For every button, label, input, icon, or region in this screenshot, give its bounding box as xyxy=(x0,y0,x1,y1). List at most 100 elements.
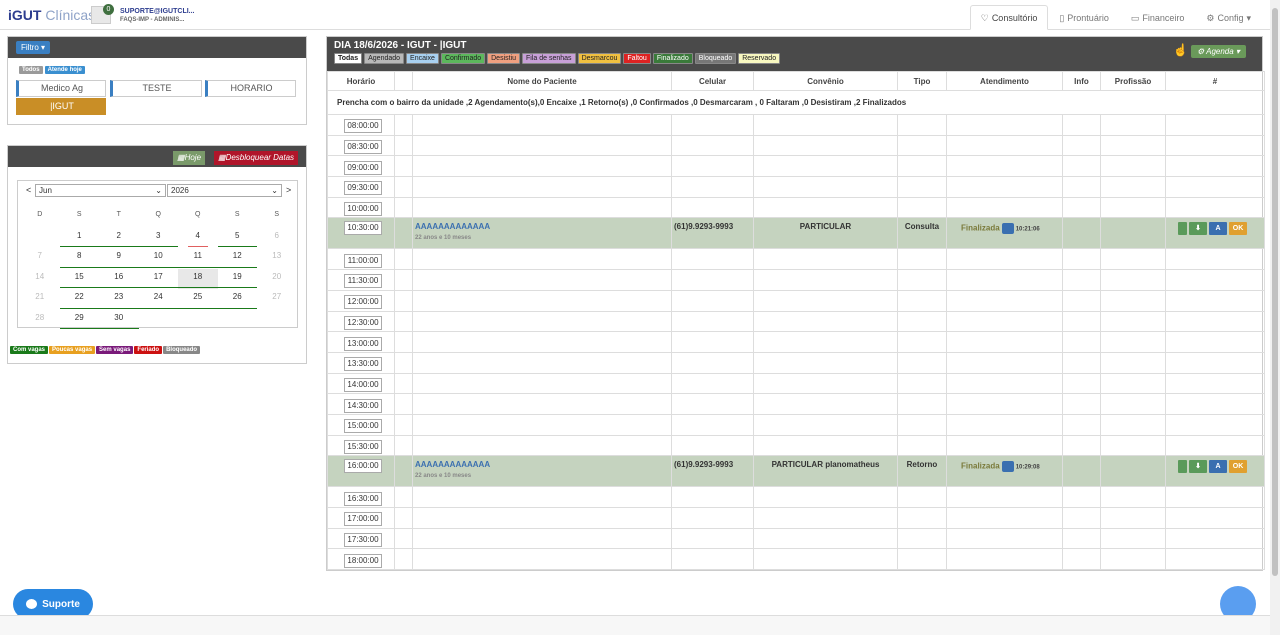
calendar-day[interactable]: 20 xyxy=(257,269,297,290)
calendar-day-selected[interactable]: 18 xyxy=(178,268,218,289)
time-slot-row[interactable]: 14:30:00 xyxy=(327,393,1265,415)
status-agendado[interactable]: Agendado xyxy=(364,53,405,64)
year-select[interactable]: 2026 ⌄ xyxy=(167,184,282,197)
time-slot-row[interactable]: 11:00:00 xyxy=(327,248,1265,271)
calendar-day[interactable]: 16 xyxy=(99,269,139,290)
hoje-button[interactable]: ▦Hoje xyxy=(173,151,206,165)
calendar-day[interactable]: 13 xyxy=(257,248,297,269)
status-todas[interactable]: Todas xyxy=(334,53,363,64)
document-icon[interactable] xyxy=(1001,461,1014,473)
calendar-day[interactable]: 30 xyxy=(99,310,139,331)
calendar-day[interactable]: 8 xyxy=(59,248,100,269)
time-slot-button[interactable]: 13:30:00 xyxy=(344,357,382,372)
filter-atende-hoje[interactable]: Atende hoje xyxy=(44,66,85,74)
scrollbar-thumb[interactable] xyxy=(1272,8,1278,576)
document-icon[interactable] xyxy=(1001,223,1014,235)
status-bloqueado[interactable]: Bloqueado xyxy=(694,53,737,64)
calendar-day[interactable]: 4 xyxy=(178,228,218,249)
calendar-day[interactable]: 22 xyxy=(59,289,100,310)
time-slot-button[interactable]: 15:30:00 xyxy=(344,439,382,454)
notification-badge[interactable]: 0 xyxy=(103,4,114,15)
calendar-day[interactable]: 2 xyxy=(99,228,139,249)
calendar-day[interactable]: 10 xyxy=(138,248,179,269)
time-slot-row[interactable]: 09:00:00 xyxy=(327,155,1265,178)
doctor-teste[interactable]: TESTE xyxy=(110,80,202,97)
appointment-row[interactable]: 16:00:00 AAAAAAAAAAAAA 22 anos e 10 meses (… xyxy=(327,455,1265,488)
time-slot-row[interactable]: 12:30:00 xyxy=(327,310,1265,333)
status-desistiu[interactable]: Desistiu xyxy=(487,53,521,64)
patient-name-link[interactable]: AAAAAAAAAAAAA xyxy=(413,460,671,469)
time-slot-button[interactable]: 08:00:00 xyxy=(344,119,382,134)
time-slot-row[interactable]: 17:00:00 xyxy=(327,507,1265,529)
time-slot-row[interactable]: 13:30:00 xyxy=(327,351,1265,374)
patient-name-link[interactable]: AAAAAAAAAAAAA xyxy=(413,222,671,231)
calendar-day[interactable]: 27 xyxy=(257,289,297,310)
calendar-day[interactable]: 12 xyxy=(217,248,258,269)
tab-consultorio[interactable]: ♡ Consultório xyxy=(969,5,1049,30)
time-slot-button[interactable]: 14:00:00 xyxy=(344,377,382,392)
filtro-button[interactable]: Filtro ▾ xyxy=(16,41,51,54)
calendar-day[interactable]: 17 xyxy=(138,269,179,290)
calendar-day[interactable]: 21 xyxy=(20,289,60,310)
status-finalizado[interactable]: Finalizado xyxy=(652,53,693,64)
calendar-day[interactable]: 14 xyxy=(20,269,60,290)
calendar-day[interactable]: 3 xyxy=(138,228,179,249)
status-desmarcou[interactable]: Desmarcou xyxy=(577,53,622,64)
next-month-button[interactable]: > xyxy=(286,185,291,195)
time-slot-button[interactable]: 10:30:00 xyxy=(344,221,382,236)
ok-button[interactable]: OK xyxy=(1229,222,1247,236)
time-slot-button[interactable]: 09:00:00 xyxy=(344,160,382,175)
calendar-day[interactable]: 23 xyxy=(99,289,139,310)
time-slot-button[interactable]: 18:00:00 xyxy=(344,553,382,568)
brand-logo[interactable]: iGUT Clínicas xyxy=(8,7,95,23)
calendar-day[interactable]: 6 xyxy=(257,228,297,249)
tab-financeiro[interactable]: ▭ Financeiro xyxy=(1120,5,1196,30)
calendar-day[interactable]: 29 xyxy=(59,310,100,331)
calendar-day[interactable]: 9 xyxy=(99,248,139,269)
time-slot-button[interactable]: 11:00:00 xyxy=(344,253,382,268)
time-slot-row[interactable]: 12:00:00 xyxy=(327,289,1265,312)
calendar-day[interactable]: 7 xyxy=(20,248,60,269)
download-icon[interactable]: ⬇ xyxy=(1189,222,1207,236)
time-slot-row[interactable]: 11:30:00 xyxy=(327,269,1265,291)
calendar-day[interactable]: 1 xyxy=(59,228,100,249)
time-slot-button[interactable]: 14:30:00 xyxy=(344,398,382,413)
tab-prontuario[interactable]: ▯ Prontuário xyxy=(1048,5,1119,30)
month-select[interactable]: Jun ⌄ xyxy=(35,184,166,197)
time-slot-row[interactable]: 08:30:00 xyxy=(327,134,1265,157)
time-slot-button[interactable]: 08:30:00 xyxy=(344,140,382,155)
time-slot-button[interactable]: 13:00:00 xyxy=(344,336,382,351)
calendar-day[interactable]: 19 xyxy=(217,269,258,290)
time-slot-button[interactable]: 12:30:00 xyxy=(344,315,382,330)
time-slot-button[interactable]: 11:30:00 xyxy=(344,274,382,289)
doctor-igut[interactable]: |IGUT xyxy=(16,98,106,115)
time-slot-button[interactable]: 17:30:00 xyxy=(344,533,382,548)
time-slot-button[interactable]: 16:00:00 xyxy=(344,459,382,474)
status-color-button[interactable] xyxy=(1178,460,1187,474)
time-slot-row[interactable]: 16:30:00 xyxy=(327,486,1265,508)
time-slot-button[interactable]: 16:30:00 xyxy=(344,491,382,506)
time-slot-button[interactable]: 10:00:00 xyxy=(344,202,382,217)
calendar-day[interactable]: 28 xyxy=(20,310,60,331)
desbloquear-datas-button[interactable]: ▦Desbloquear Datas xyxy=(214,151,299,165)
time-slot-row[interactable]: 09:30:00 xyxy=(327,176,1265,198)
font-a-button[interactable]: A xyxy=(1209,222,1227,236)
calendar-day[interactable]: 24 xyxy=(138,289,179,310)
download-icon[interactable]: ⬇ xyxy=(1189,460,1207,474)
time-slot-row[interactable]: 17:30:00 xyxy=(327,527,1265,550)
status-color-button[interactable] xyxy=(1178,222,1187,236)
time-slot-button[interactable]: 17:00:00 xyxy=(344,512,382,527)
font-a-button[interactable]: A xyxy=(1209,460,1227,474)
time-slot-button[interactable]: 09:30:00 xyxy=(344,181,382,196)
time-slot-row[interactable]: 08:00:00 xyxy=(327,114,1265,136)
tab-config[interactable]: ⚙ Config ▾ xyxy=(1195,5,1262,30)
status-fila-de-senhas[interactable]: Fila de senhas xyxy=(522,53,576,64)
status-confirmado[interactable]: Confirmado xyxy=(440,53,486,64)
time-slot-row[interactable]: 15:30:00 xyxy=(327,434,1265,457)
page-scrollbar[interactable] xyxy=(1270,0,1280,635)
time-slot-row[interactable]: 13:00:00 xyxy=(327,331,1265,353)
time-slot-row[interactable]: 18:00:00 xyxy=(327,548,1265,571)
doctor-horario[interactable]: HORARIO xyxy=(205,80,296,97)
time-slot-button[interactable]: 12:00:00 xyxy=(344,295,382,310)
doctor-medico-ag[interactable]: Medico Ag xyxy=(16,80,106,97)
